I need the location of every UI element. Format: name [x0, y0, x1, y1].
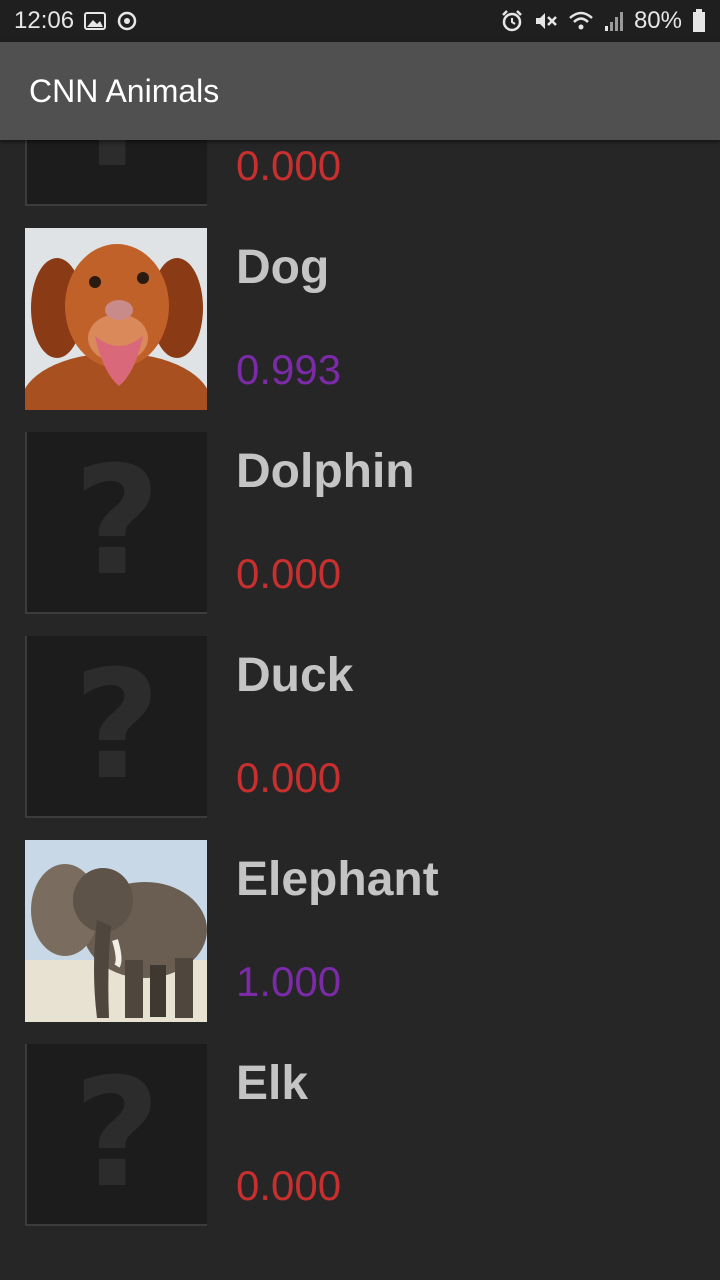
list-item[interactable]: ? Duck 0.000 [0, 636, 720, 840]
sync-icon [116, 10, 138, 32]
animal-score: 0.000 [236, 142, 342, 189]
animal-score: 0.000 [236, 754, 342, 801]
animal-name: Elephant [236, 853, 439, 906]
animal-name: Dolphin [236, 445, 415, 498]
placeholder-question-icon: ? [25, 1044, 207, 1226]
placeholder-question-icon: ? [25, 636, 207, 818]
battery-percent: 80% [633, 7, 682, 34]
wifi-icon [568, 10, 594, 32]
animal-score: 0.993 [236, 346, 342, 393]
mute-icon [534, 10, 558, 32]
placeholder-question-icon: ? [25, 140, 207, 206]
dog-photo [25, 228, 207, 410]
signal-icon [604, 10, 624, 32]
elephant-photo [25, 840, 207, 1022]
list-item[interactable]: Dog 0.993 [0, 228, 720, 432]
animal-name: Elk [236, 1057, 309, 1110]
alarm-icon [500, 9, 524, 33]
animal-score: 0.000 [236, 1162, 342, 1209]
animal-score: 1.000 [236, 958, 342, 1005]
list-item[interactable]: Elephant 1.000 [0, 840, 720, 1044]
list-item[interactable]: ? Elk 0.000 [0, 1044, 720, 1248]
app-title: CNN Animals [29, 72, 220, 109]
animal-name: Dog [236, 241, 330, 294]
status-bar: 12:06 80% [0, 0, 720, 42]
list-item[interactable]: ? Dolphin 0.000 [0, 432, 720, 636]
placeholder-question-icon: ? [25, 432, 207, 614]
battery-icon [692, 9, 706, 33]
list-item[interactable]: ? 0.000 [0, 140, 720, 228]
image-icon [84, 11, 107, 31]
app-bar: CNN Animals [0, 42, 720, 140]
animal-list[interactable]: ? 0.000 Dog 0.9 [0, 140, 720, 1280]
clock: 12:06 [14, 7, 75, 34]
animal-name: Duck [236, 649, 354, 702]
animal-score: 0.000 [236, 550, 342, 597]
